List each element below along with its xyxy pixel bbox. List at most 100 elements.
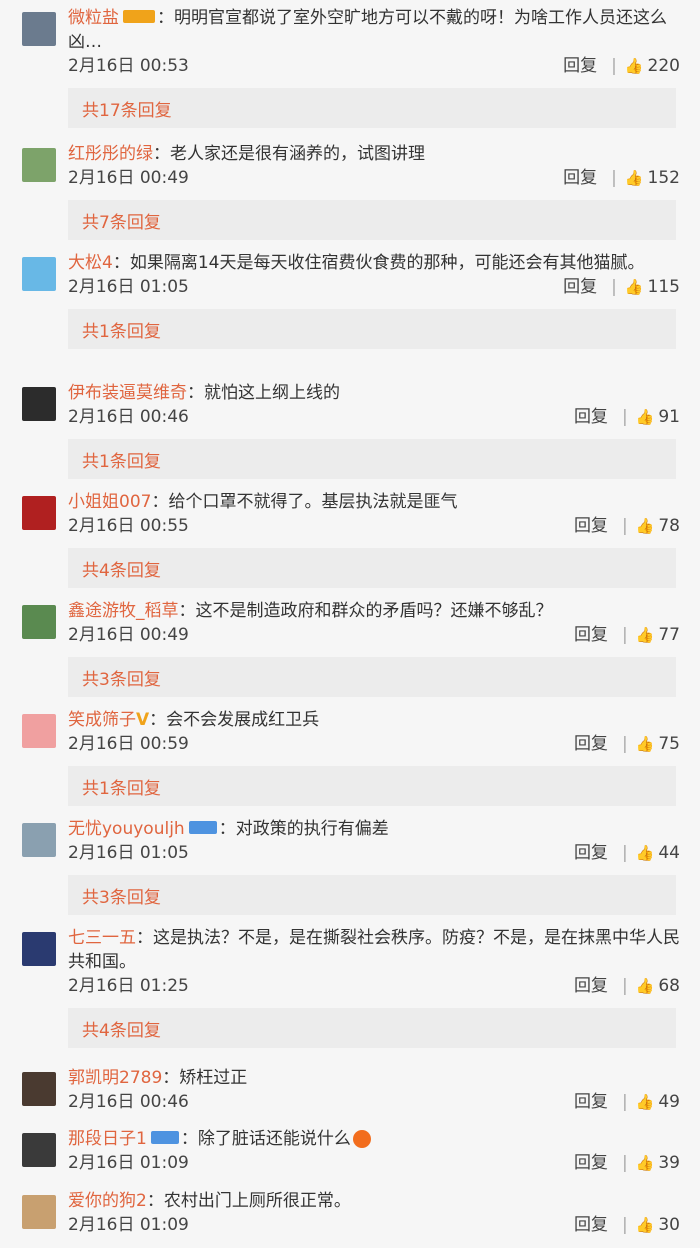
thumbs-up-icon: 👍 bbox=[635, 1093, 655, 1111]
like-button[interactable]: 👍 30 bbox=[636, 1213, 680, 1237]
thumbs-up-icon: 👍 bbox=[624, 57, 644, 75]
username-link[interactable]: 红彤彤的绿 bbox=[68, 144, 153, 164]
like-count: 91 bbox=[658, 407, 680, 427]
comment-meta: 2月16日 00:46 回复 | 👍 91 bbox=[68, 405, 680, 429]
username-link[interactable]: 微粒盐 bbox=[68, 8, 119, 28]
divider: | bbox=[621, 734, 628, 754]
view-replies-button[interactable]: 共7条回复 bbox=[68, 200, 676, 240]
reply-button[interactable]: 回复 bbox=[574, 514, 608, 538]
comment-text: 小姐姐007：给个口罩不就得了。基层执法就是匪气 bbox=[68, 484, 680, 514]
like-button[interactable]: 👍 44 bbox=[636, 841, 680, 865]
timestamp: 2月16日 00:55 bbox=[68, 516, 189, 536]
view-replies-button[interactable]: 共1条回复 bbox=[68, 309, 676, 349]
comment-content: ：就怕这上纲上线的 bbox=[187, 383, 340, 403]
timestamp: 2月16日 00:53 bbox=[68, 56, 189, 76]
thumbs-up-icon: 👍 bbox=[635, 408, 655, 426]
divider: | bbox=[621, 976, 628, 996]
view-replies-button[interactable]: 共4条回复 bbox=[68, 1008, 676, 1048]
avatar[interactable] bbox=[22, 823, 56, 857]
comment-body: 爱你的狗2：农村出门上厕所很正常。 2月16日 01:09 回复 | 👍 30 bbox=[0, 1183, 700, 1237]
reply-button[interactable]: 回复 bbox=[574, 405, 608, 429]
avatar[interactable] bbox=[22, 257, 56, 291]
comment-content: ：对政策的执行有偏差 bbox=[218, 819, 389, 839]
username-link[interactable]: 无忧youyouljh bbox=[68, 819, 185, 839]
reply-button[interactable]: 回复 bbox=[563, 275, 597, 299]
username-link[interactable]: 那段日子1 bbox=[68, 1129, 147, 1149]
avatar[interactable] bbox=[22, 12, 56, 46]
timestamp: 2月16日 01:09 bbox=[68, 1153, 189, 1173]
like-button[interactable]: 👍 115 bbox=[625, 275, 680, 299]
avatar[interactable] bbox=[22, 148, 56, 182]
thumbs-up-icon: 👍 bbox=[624, 169, 644, 187]
like-count: 68 bbox=[658, 976, 680, 996]
reply-button[interactable]: 回复 bbox=[563, 54, 597, 78]
comment-item: 鑫途游牧_稻草：这不是制造政府和群众的矛盾吗？还嫌不够乱？ 2月16日 00:49… bbox=[0, 593, 700, 697]
like-button[interactable]: 👍 68 bbox=[636, 974, 680, 998]
like-count: 78 bbox=[658, 516, 680, 536]
like-button[interactable]: 👍 39 bbox=[636, 1151, 680, 1175]
like-count: 39 bbox=[658, 1153, 680, 1173]
username-link[interactable]: 爱你的狗2 bbox=[68, 1191, 147, 1211]
divider: | bbox=[621, 407, 628, 427]
reply-button[interactable]: 回复 bbox=[563, 166, 597, 190]
like-button[interactable]: 👍 77 bbox=[636, 623, 680, 647]
comment-item: 郭凯明2789：矫枉过正 2月16日 00:46 回复 | 👍 49 bbox=[0, 1060, 700, 1114]
like-button[interactable]: 👍 49 bbox=[636, 1090, 680, 1114]
divider: | bbox=[621, 1215, 628, 1235]
like-count: 220 bbox=[647, 56, 680, 76]
username-link[interactable]: 鑫途游牧_稻草 bbox=[68, 601, 179, 621]
comment-meta: 2月16日 01:09 回复 | 👍 39 bbox=[68, 1151, 680, 1175]
thumbs-up-icon: 👍 bbox=[635, 1216, 655, 1234]
comment-item: 大松4：如果隔离14天是每天收住宿费伙食费的那种，可能还会有其他猫腻。 2月16日… bbox=[0, 245, 700, 349]
comment-body: 伊布装逼莫维奇：就怕这上纲上线的 2月16日 00:46 回复 | 👍 91 bbox=[0, 375, 700, 429]
timestamp: 2月16日 00:49 bbox=[68, 625, 189, 645]
view-replies-button[interactable]: 共1条回复 bbox=[68, 439, 676, 479]
reply-button[interactable]: 回复 bbox=[574, 1090, 608, 1114]
comment-content: ：如果隔离14天是每天收住宿费伙食费的那种，可能还会有其他猫腻。 bbox=[112, 253, 645, 273]
comment-content: ：给个口罩不就得了。基层执法就是匪气 bbox=[151, 492, 458, 512]
thumbs-up-icon: 👍 bbox=[635, 977, 655, 995]
comment-meta: 2月16日 00:46 回复 | 👍 49 bbox=[68, 1090, 680, 1114]
like-button[interactable]: 👍 78 bbox=[636, 514, 680, 538]
avatar[interactable] bbox=[22, 1072, 56, 1106]
like-button[interactable]: 👍 152 bbox=[625, 166, 680, 190]
username-link[interactable]: 大松4 bbox=[68, 253, 113, 273]
comment-content: ：明明官宣都说了室外空旷地方可以不戴的呀！为啥工作人员还这么凶… bbox=[68, 8, 667, 52]
like-button[interactable]: 👍 91 bbox=[636, 405, 680, 429]
comment-item: 那段日子1 ：除了脏话还能说什么 2月16日 01:09 回复 | 👍 39 bbox=[0, 1121, 700, 1175]
reply-button[interactable]: 回复 bbox=[574, 1151, 608, 1175]
reply-button[interactable]: 回复 bbox=[574, 974, 608, 998]
username-link[interactable]: 七三一五 bbox=[68, 928, 136, 948]
avatar[interactable] bbox=[22, 932, 56, 966]
username-link[interactable]: 郭凯明2789 bbox=[68, 1068, 162, 1088]
like-button[interactable]: 👍 75 bbox=[636, 732, 680, 756]
avatar[interactable] bbox=[22, 714, 56, 748]
reply-button[interactable]: 回复 bbox=[574, 841, 608, 865]
thumbs-up-icon: 👍 bbox=[635, 626, 655, 644]
view-replies-button[interactable]: 共3条回复 bbox=[68, 657, 676, 697]
reply-button[interactable]: 回复 bbox=[574, 1213, 608, 1237]
username-link[interactable]: 笑成筛子 bbox=[68, 710, 136, 730]
divider: | bbox=[621, 1153, 628, 1173]
view-replies-button[interactable]: 共3条回复 bbox=[68, 875, 676, 915]
like-button[interactable]: 👍 220 bbox=[625, 54, 680, 78]
avatar[interactable] bbox=[22, 496, 56, 530]
view-replies-button[interactable]: 共1条回复 bbox=[68, 766, 676, 806]
comment-body: 小姐姐007：给个口罩不就得了。基层执法就是匪气 2月16日 00:55 回复 | 👍 7… bbox=[0, 484, 700, 538]
divider: | bbox=[611, 168, 617, 188]
username-link[interactable]: 小姐姐007 bbox=[68, 492, 151, 512]
username-link[interactable]: 伊布装逼莫维奇 bbox=[68, 383, 187, 403]
avatar[interactable] bbox=[22, 1195, 56, 1229]
comment-item: 伊布装逼莫维奇：就怕这上纲上线的 2月16日 00:46 回复 | 👍 91 共1条回复 bbox=[0, 375, 700, 479]
avatar[interactable] bbox=[22, 605, 56, 639]
avatar[interactable] bbox=[22, 387, 56, 421]
reply-button[interactable]: 回复 bbox=[574, 623, 608, 647]
verified-v-icon: V bbox=[136, 710, 150, 730]
comment-text: 微粒盐 ：明明官宣都说了室外空旷地方可以不戴的呀！为啥工作人员还这么凶… bbox=[68, 0, 680, 54]
comment-text: 爱你的狗2：农村出门上厕所很正常。 bbox=[68, 1183, 680, 1213]
avatar[interactable] bbox=[22, 1133, 56, 1167]
view-replies-button[interactable]: 共4条回复 bbox=[68, 548, 676, 588]
reply-button[interactable]: 回复 bbox=[574, 732, 608, 756]
comment-meta: 2月16日 00:53 回复 | 👍 220 bbox=[68, 54, 680, 78]
view-replies-button[interactable]: 共17条回复 bbox=[68, 88, 676, 128]
